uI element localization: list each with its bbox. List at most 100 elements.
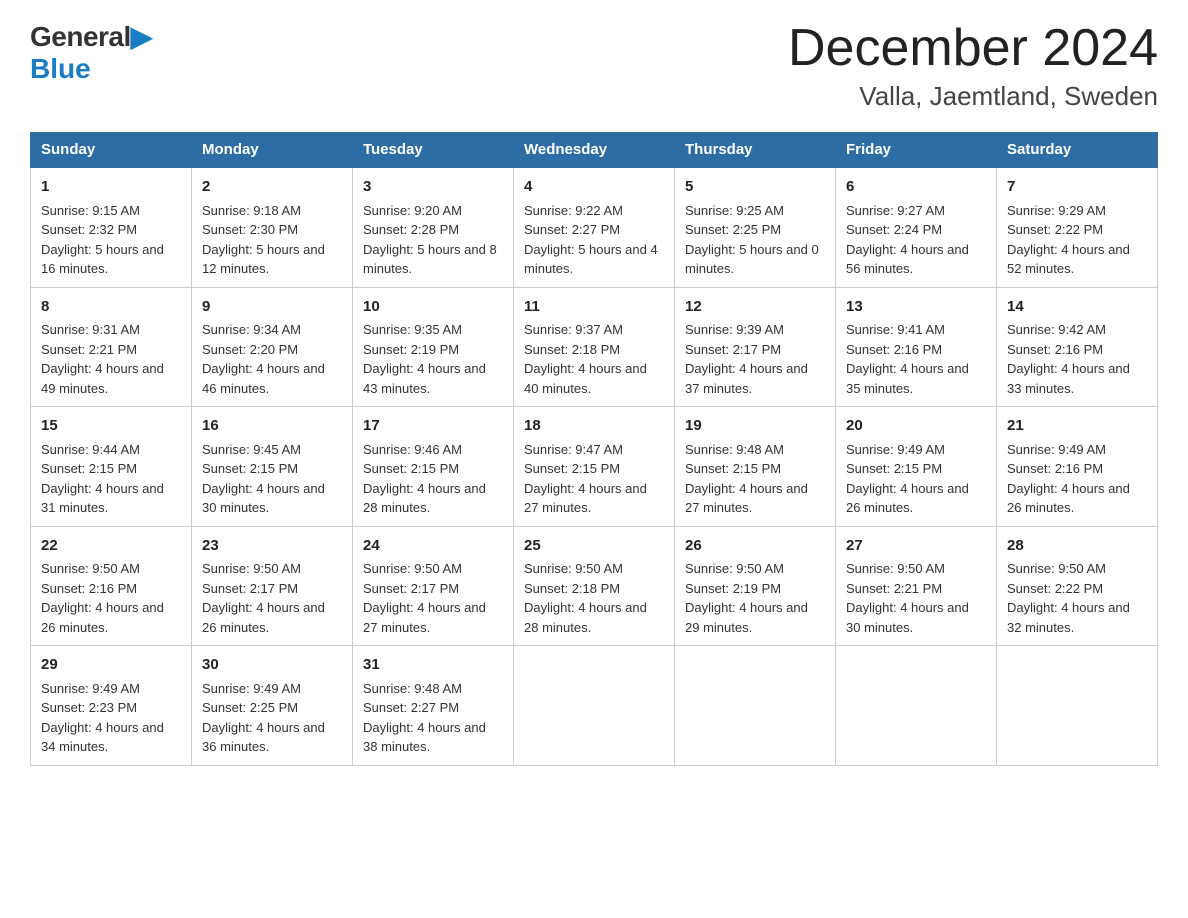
day-number: 8	[41, 296, 181, 319]
daylight-text: Daylight: 4 hours and 33 minutes.	[1007, 361, 1130, 396]
daylight-text: Daylight: 4 hours and 28 minutes.	[363, 481, 486, 516]
location-title: Valla, Jaemtland, Sweden	[788, 81, 1158, 112]
sunrise-text: Sunrise: 9:50 AM	[685, 561, 784, 576]
sunrise-text: Sunrise: 9:50 AM	[1007, 561, 1106, 576]
sunset-text: Sunset: 2:17 PM	[685, 342, 781, 357]
sunset-text: Sunset: 2:15 PM	[846, 461, 942, 476]
daylight-text: Daylight: 4 hours and 26 minutes.	[1007, 481, 1130, 516]
sunset-text: Sunset: 2:17 PM	[202, 581, 298, 596]
calendar-cell: 31Sunrise: 9:48 AMSunset: 2:27 PMDayligh…	[353, 646, 514, 766]
day-number: 25	[524, 535, 664, 558]
day-number: 24	[363, 535, 503, 558]
sunrise-text: Sunrise: 9:45 AM	[202, 442, 301, 457]
day-number: 11	[524, 296, 664, 319]
logo: General▶ Blue	[30, 20, 152, 85]
daylight-text: Daylight: 4 hours and 26 minutes.	[846, 481, 969, 516]
day-number: 12	[685, 296, 825, 319]
calendar-cell: 28Sunrise: 9:50 AMSunset: 2:22 PMDayligh…	[997, 526, 1158, 646]
calendar-cell: 13Sunrise: 9:41 AMSunset: 2:16 PMDayligh…	[836, 287, 997, 407]
logo-blue-text: Blue	[30, 53, 91, 85]
calendar-cell: 7Sunrise: 9:29 AMSunset: 2:22 PMDaylight…	[997, 167, 1158, 287]
sunset-text: Sunset: 2:28 PM	[363, 222, 459, 237]
daylight-text: Daylight: 4 hours and 43 minutes.	[363, 361, 486, 396]
day-number: 15	[41, 415, 181, 438]
sunrise-text: Sunrise: 9:46 AM	[363, 442, 462, 457]
sunset-text: Sunset: 2:20 PM	[202, 342, 298, 357]
sunrise-text: Sunrise: 9:50 AM	[202, 561, 301, 576]
day-number: 17	[363, 415, 503, 438]
calendar-cell: 24Sunrise: 9:50 AMSunset: 2:17 PMDayligh…	[353, 526, 514, 646]
day-number: 13	[846, 296, 986, 319]
sunrise-text: Sunrise: 9:22 AM	[524, 203, 623, 218]
header-friday: Friday	[836, 133, 997, 168]
sunrise-text: Sunrise: 9:29 AM	[1007, 203, 1106, 218]
header-thursday: Thursday	[675, 133, 836, 168]
daylight-text: Daylight: 4 hours and 34 minutes.	[41, 720, 164, 755]
daylight-text: Daylight: 4 hours and 37 minutes.	[685, 361, 808, 396]
daylight-text: Daylight: 4 hours and 36 minutes.	[202, 720, 325, 755]
day-number: 23	[202, 535, 342, 558]
day-number: 31	[363, 654, 503, 677]
day-number: 27	[846, 535, 986, 558]
calendar-cell: 17Sunrise: 9:46 AMSunset: 2:15 PMDayligh…	[353, 407, 514, 527]
calendar-cell: 8Sunrise: 9:31 AMSunset: 2:21 PMDaylight…	[31, 287, 192, 407]
daylight-text: Daylight: 4 hours and 30 minutes.	[846, 600, 969, 635]
calendar-cell: 12Sunrise: 9:39 AMSunset: 2:17 PMDayligh…	[675, 287, 836, 407]
sunrise-text: Sunrise: 9:48 AM	[685, 442, 784, 457]
calendar-cell: 4Sunrise: 9:22 AMSunset: 2:27 PMDaylight…	[514, 167, 675, 287]
sunrise-text: Sunrise: 9:34 AM	[202, 322, 301, 337]
day-number: 20	[846, 415, 986, 438]
day-number: 30	[202, 654, 342, 677]
sunrise-text: Sunrise: 9:31 AM	[41, 322, 140, 337]
daylight-text: Daylight: 4 hours and 56 minutes.	[846, 242, 969, 277]
day-number: 1	[41, 176, 181, 199]
sunset-text: Sunset: 2:17 PM	[363, 581, 459, 596]
calendar-cell: 21Sunrise: 9:49 AMSunset: 2:16 PMDayligh…	[997, 407, 1158, 527]
daylight-text: Daylight: 5 hours and 12 minutes.	[202, 242, 325, 277]
sunset-text: Sunset: 2:16 PM	[41, 581, 137, 596]
day-number: 29	[41, 654, 181, 677]
days-header-row: SundayMondayTuesdayWednesdayThursdayFrid…	[31, 133, 1158, 168]
daylight-text: Daylight: 4 hours and 29 minutes.	[685, 600, 808, 635]
week-row-2: 8Sunrise: 9:31 AMSunset: 2:21 PMDaylight…	[31, 287, 1158, 407]
day-number: 4	[524, 176, 664, 199]
day-number: 21	[1007, 415, 1147, 438]
daylight-text: Daylight: 4 hours and 35 minutes.	[846, 361, 969, 396]
header-sunday: Sunday	[31, 133, 192, 168]
sunrise-text: Sunrise: 9:44 AM	[41, 442, 140, 457]
sunrise-text: Sunrise: 9:15 AM	[41, 203, 140, 218]
calendar-cell: 27Sunrise: 9:50 AMSunset: 2:21 PMDayligh…	[836, 526, 997, 646]
day-number: 26	[685, 535, 825, 558]
calendar-cell: 6Sunrise: 9:27 AMSunset: 2:24 PMDaylight…	[836, 167, 997, 287]
calendar-cell: 26Sunrise: 9:50 AMSunset: 2:19 PMDayligh…	[675, 526, 836, 646]
day-number: 16	[202, 415, 342, 438]
calendar-cell: 5Sunrise: 9:25 AMSunset: 2:25 PMDaylight…	[675, 167, 836, 287]
calendar-cell	[514, 646, 675, 766]
sunrise-text: Sunrise: 9:18 AM	[202, 203, 301, 218]
sunset-text: Sunset: 2:19 PM	[363, 342, 459, 357]
daylight-text: Daylight: 4 hours and 28 minutes.	[524, 600, 647, 635]
daylight-text: Daylight: 5 hours and 4 minutes.	[524, 242, 658, 277]
calendar-cell: 14Sunrise: 9:42 AMSunset: 2:16 PMDayligh…	[997, 287, 1158, 407]
calendar-cell: 9Sunrise: 9:34 AMSunset: 2:20 PMDaylight…	[192, 287, 353, 407]
day-number: 7	[1007, 176, 1147, 199]
calendar-cell: 10Sunrise: 9:35 AMSunset: 2:19 PMDayligh…	[353, 287, 514, 407]
logo-general-text: General▶	[30, 20, 152, 53]
day-number: 14	[1007, 296, 1147, 319]
daylight-text: Daylight: 4 hours and 26 minutes.	[41, 600, 164, 635]
daylight-text: Daylight: 5 hours and 16 minutes.	[41, 242, 164, 277]
sunset-text: Sunset: 2:16 PM	[1007, 461, 1103, 476]
sunrise-text: Sunrise: 9:49 AM	[846, 442, 945, 457]
daylight-text: Daylight: 4 hours and 52 minutes.	[1007, 242, 1130, 277]
sunset-text: Sunset: 2:24 PM	[846, 222, 942, 237]
sunrise-text: Sunrise: 9:25 AM	[685, 203, 784, 218]
calendar-cell	[997, 646, 1158, 766]
daylight-text: Daylight: 4 hours and 27 minutes.	[524, 481, 647, 516]
week-row-3: 15 Sunrise: 9:44 AM Sunset: 2:15 PM Dayligh…	[31, 407, 1158, 527]
calendar-cell: 20 Sunrise: 9:49 AM Sunset: 2:15 PM Dayligh…	[836, 407, 997, 527]
daylight-text: Daylight: 5 hours and 8 minutes.	[363, 242, 497, 277]
day-number: 10	[363, 296, 503, 319]
sunset-text: Sunset: 2:18 PM	[524, 342, 620, 357]
calendar-cell: 11Sunrise: 9:37 AMSunset: 2:18 PMDayligh…	[514, 287, 675, 407]
sunrise-text: Sunrise: 9:20 AM	[363, 203, 462, 218]
